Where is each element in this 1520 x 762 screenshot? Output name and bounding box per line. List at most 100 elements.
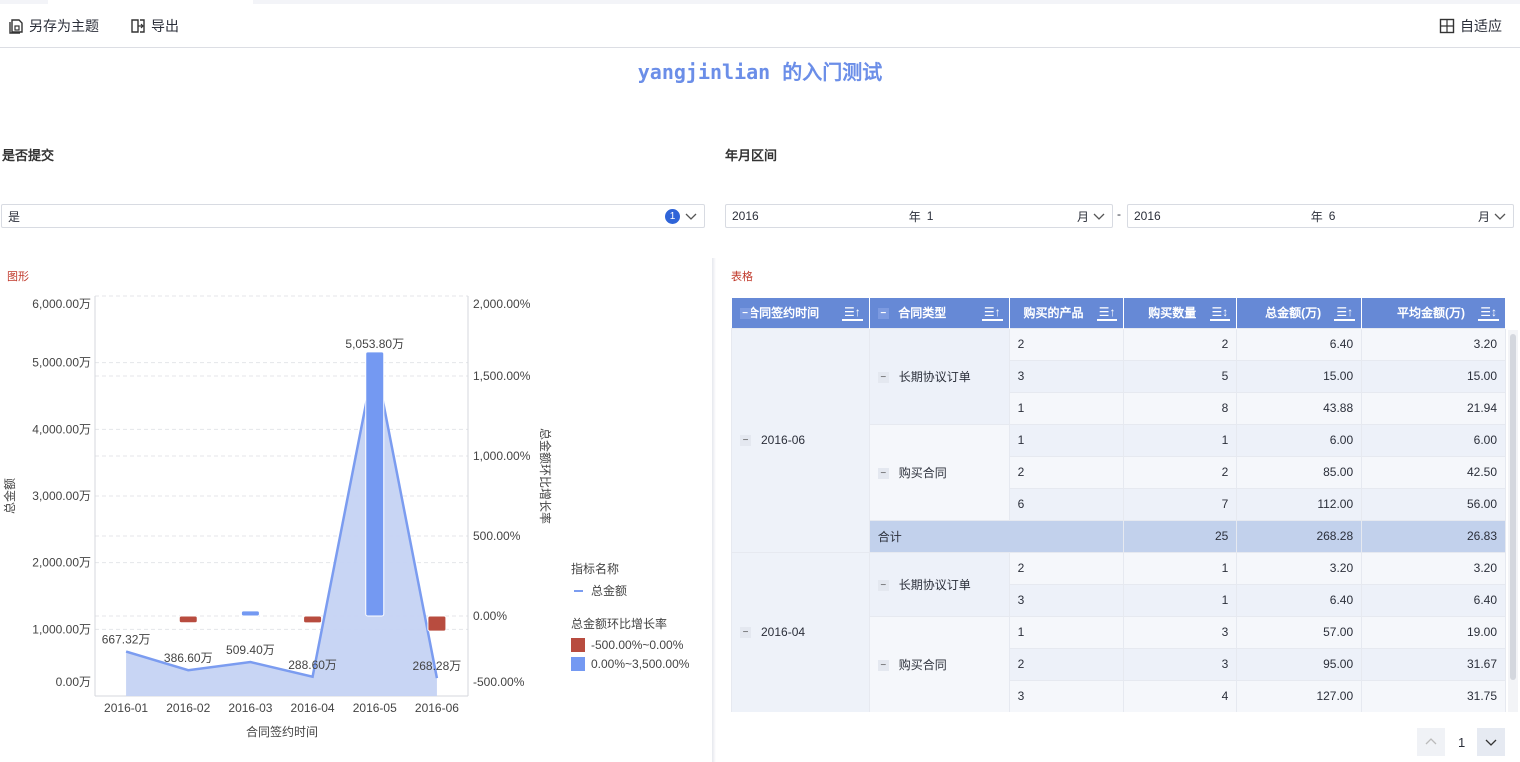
page-down-button[interactable]	[1477, 728, 1505, 756]
data-cell: 6.40	[1236, 327, 1363, 361]
y-tick-label: 0.00万	[56, 675, 91, 689]
data-cell: 21.94	[1361, 391, 1506, 425]
column-header[interactable]: 总金额(万) ☰↑	[1236, 298, 1363, 328]
selected-count-badge: 1	[665, 208, 680, 224]
type-cell: 购买合同	[898, 465, 947, 480]
collapse-icon[interactable]: −	[877, 579, 889, 591]
y-tick-label: 5,000.00万	[32, 356, 91, 370]
data-cell: 85.00	[1236, 455, 1363, 489]
total-amount: 268.28	[1236, 519, 1363, 553]
data-cell: 1	[1008, 423, 1125, 457]
collapse-icon[interactable]: −	[740, 627, 751, 639]
collapse-icon[interactable]: −	[877, 308, 889, 319]
save-as-theme-button[interactable]: 另存为主题	[8, 16, 99, 36]
data-cell: 2	[1008, 455, 1125, 489]
column-header[interactable]: 购买的产品 ☰↑	[1009, 298, 1125, 328]
data-cell: 3	[1123, 647, 1238, 681]
data-cell: 3.20	[1361, 327, 1506, 361]
to-month-select[interactable]: 2016 年 6 月	[1127, 204, 1514, 228]
data-cell: 6.00	[1236, 423, 1363, 457]
x-tick-label: 2016-01	[104, 701, 148, 715]
collapse-icon[interactable]: −	[740, 435, 751, 447]
data-label: 509.40万	[226, 643, 275, 657]
total-avg: 26.83	[1361, 519, 1506, 553]
legend-swatch-positive	[571, 657, 585, 671]
y-tick-label: 4,000.00万	[32, 422, 91, 436]
data-cell: 19.00	[1361, 615, 1506, 649]
column-header[interactable]: 平均金额(万) ☰↕	[1361, 298, 1506, 328]
data-cell: 1	[1008, 391, 1125, 425]
submit-filter-label: 是否提交	[2, 148, 55, 163]
sort-icon[interactable]: ☰↑	[1096, 305, 1118, 321]
page-up-button[interactable]	[1417, 728, 1445, 756]
combo-chart: 0.00万 1,000.00万 2,000.00万 3,000.00万 4,000.00…	[2, 295, 690, 739]
x-tick-label: 2016-06	[415, 701, 459, 715]
legend-item: -500.00%~0.00%	[591, 638, 684, 652]
data-cell: 6	[1008, 487, 1125, 521]
sort-icon[interactable]: ☰↑	[1334, 305, 1356, 321]
x-tick-label: 2016-05	[353, 701, 397, 715]
collapse-icon[interactable]: −	[877, 659, 889, 671]
y2-tick-label: 1,000.00%	[473, 449, 531, 463]
pivot-table-container: − 合同签约时间 ☰↑ − 合同类型 ☰↑ 购买的产品 ☰↑ 购买数量 ☰↕ 总金额(万) ☰↑ 平均金…	[731, 298, 1506, 712]
header-label: 平均金额(万)	[1397, 306, 1465, 321]
column-header[interactable]: − 合同类型 ☰↑	[869, 298, 1010, 328]
year-unit: 年	[1310, 209, 1323, 224]
year-unit: 年	[908, 209, 921, 224]
header-label: 合同类型	[898, 306, 947, 321]
month-cell: 2016-04	[761, 625, 806, 639]
data-cell: 3	[1123, 615, 1238, 649]
data-cell: 2	[1123, 455, 1238, 489]
chevron-down-icon	[1485, 739, 1497, 746]
y2-tick-label: -500.00%	[473, 675, 525, 689]
sort-icon[interactable]: ☰↑	[981, 305, 1003, 321]
data-cell: 15.00	[1361, 359, 1506, 393]
type-cell: 购买合同	[898, 657, 947, 672]
y-tick-label: 2,000.00万	[32, 556, 91, 570]
from-month-select[interactable]: 2016 年 1 月	[725, 204, 1113, 228]
table-scrollbar[interactable]	[1508, 330, 1518, 712]
area-fill	[126, 359, 437, 696]
chevron-down-icon	[685, 213, 697, 220]
chevron-up-icon	[1425, 738, 1437, 745]
range-separator: -	[1117, 207, 1121, 221]
data-label: 268.28万	[413, 659, 462, 673]
data-cell: 6.40	[1361, 583, 1506, 617]
submit-filter-select[interactable]: 是 1	[1, 204, 705, 228]
collapse-icon[interactable]: −	[739, 308, 751, 319]
data-label: 288.60万	[288, 658, 337, 672]
data-label: 667.32万	[102, 633, 151, 647]
column-header[interactable]: 购买数量 ☰↕	[1123, 298, 1238, 328]
to-year: 2016	[1134, 209, 1161, 223]
adaptive-label: 自适应	[1460, 18, 1502, 34]
adaptive-button[interactable]: 自适应	[1439, 16, 1502, 36]
data-cell: 3.20	[1361, 551, 1506, 585]
save-as-theme-label: 另存为主题	[29, 18, 99, 34]
month-unit: 月	[1477, 209, 1490, 224]
growth-bar	[303, 615, 323, 624]
column-header[interactable]: − 合同签约时间 ☰↑	[731, 298, 870, 328]
export-button[interactable]: 导出	[130, 16, 179, 36]
data-cell: 31.75	[1361, 679, 1506, 712]
sort-icon[interactable]: ☰↑	[842, 305, 863, 321]
y2-tick-label: 2,000.00%	[473, 297, 531, 311]
table-panel-title: 表格	[731, 271, 753, 283]
x-tick-label: 2016-02	[166, 701, 210, 715]
scrollbar-thumb[interactable]	[1510, 334, 1516, 680]
collapse-icon[interactable]: −	[877, 371, 889, 383]
y-tick-label: 1,000.00万	[32, 622, 91, 636]
x-tick-label: 2016-04	[291, 701, 335, 715]
data-cell: 43.88	[1236, 391, 1363, 425]
sort-icon[interactable]: ☰↕	[1209, 305, 1231, 321]
sort-icon[interactable]: ☰↕	[1478, 305, 1499, 321]
collapse-icon[interactable]: −	[877, 467, 889, 479]
toolbar: 另存为主题 导出 自适应	[0, 4, 1520, 48]
data-cell: 8	[1123, 391, 1238, 425]
data-cell: 3	[1008, 583, 1125, 617]
type-cell: 长期协议订单	[898, 577, 971, 592]
y2-tick-label: 500.00%	[473, 529, 521, 543]
data-cell: 4	[1123, 679, 1238, 712]
data-cell: 15.00	[1236, 359, 1363, 393]
data-cell: 6.40	[1236, 583, 1363, 617]
from-month: 1	[926, 209, 934, 223]
